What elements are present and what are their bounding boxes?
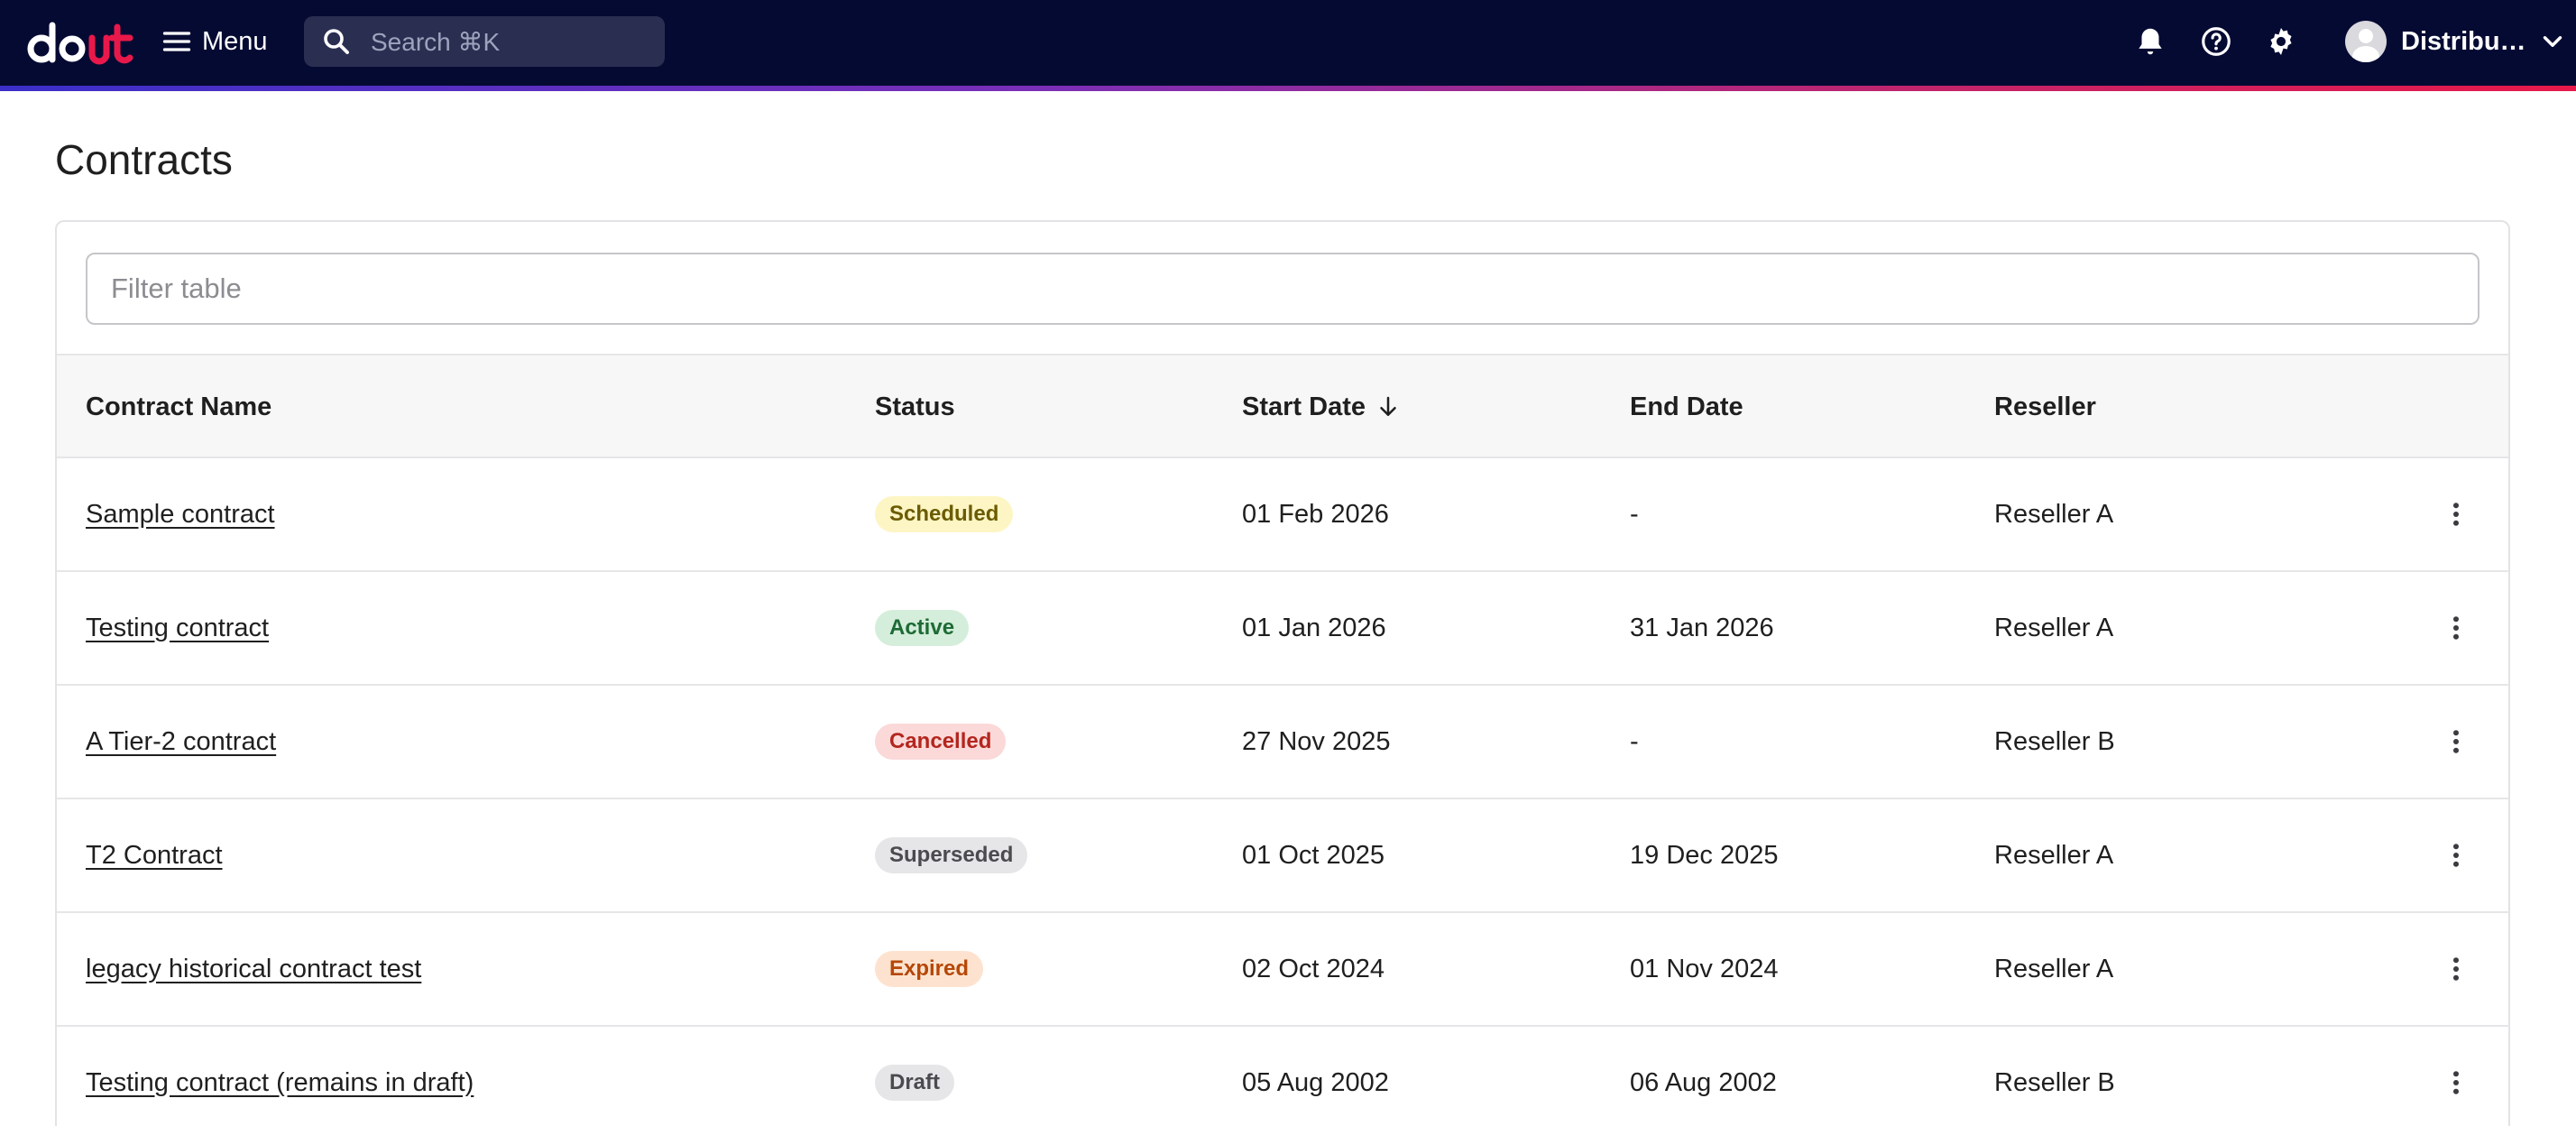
column-header-status[interactable]: Status (875, 355, 955, 458)
reseller: Reseller A (1994, 499, 2114, 529)
more-vert-icon (2453, 957, 2459, 981)
contract-name-link[interactable]: T2 Contract (86, 841, 223, 871)
start-date: 05 Aug 2002 (1242, 1067, 1389, 1097)
table-row: Sample contract Scheduled 01 Feb 2026 - … (57, 458, 2508, 572)
reseller: Reseller B (1994, 1067, 2115, 1097)
avatar (2345, 21, 2387, 62)
column-header-start-date-label: Start Date (1242, 392, 1366, 421)
menu-icon (162, 32, 191, 51)
start-date: 01 Feb 2026 (1242, 499, 1389, 529)
page-title: Contracts (55, 136, 233, 183)
row-actions-button[interactable] (2438, 572, 2474, 684)
table-row: A Tier-2 contract Cancelled 27 Nov 2025 … (57, 686, 2508, 799)
table-row: Testing contract (remains in draft) Draf… (57, 1027, 2508, 1126)
column-header-start-date[interactable]: Start Date (1242, 355, 1402, 458)
top-app-bar: Menu Search ⌘K Distribu… (0, 0, 2576, 86)
chevron-down-icon (2543, 36, 2562, 47)
status-badge: Active (875, 610, 970, 646)
table-header: Contract Name Status Start Date End Date… (57, 354, 2508, 458)
user-menu[interactable]: Distribu… (2345, 18, 2568, 65)
contracts-table-card: Contract Name Status Start Date End Date… (55, 220, 2510, 1126)
row-actions-button[interactable] (2438, 913, 2474, 1025)
top-bar-accent (0, 86, 2576, 91)
status-badge: Draft (875, 1065, 955, 1101)
end-date: 01 Nov 2024 (1630, 954, 1779, 983)
end-date: - (1630, 499, 1639, 529)
end-date: 31 Jan 2026 (1630, 613, 1774, 642)
search-icon (324, 29, 349, 54)
doit-logo[interactable] (27, 18, 139, 67)
column-header-contract-name[interactable]: Contract Name (86, 355, 271, 458)
more-vert-icon (2453, 503, 2459, 526)
settings-button[interactable] (2261, 22, 2301, 61)
global-search[interactable]: Search ⌘K (304, 16, 665, 67)
contract-name-link[interactable]: legacy historical contract test (86, 955, 421, 984)
contract-name-link[interactable]: Testing contract (86, 614, 269, 643)
row-actions-button[interactable] (2438, 1027, 2474, 1126)
end-date: 19 Dec 2025 (1630, 840, 1779, 870)
status-badge: Cancelled (875, 724, 1007, 760)
status-badge: Superseded (875, 837, 1028, 873)
start-date: 02 Oct 2024 (1242, 954, 1385, 983)
gear-icon (2270, 27, 2292, 56)
more-vert-icon (2453, 1071, 2459, 1094)
column-header-reseller[interactable]: Reseller (1994, 355, 2096, 458)
menu-button[interactable]: Menu (161, 20, 268, 63)
notifications-button[interactable] (2130, 22, 2170, 61)
column-header-end-date[interactable]: End Date (1630, 355, 1743, 458)
start-date: 01 Jan 2026 (1242, 613, 1386, 642)
menu-label: Menu (202, 26, 268, 56)
contract-name-link[interactable]: A Tier-2 contract (86, 727, 276, 757)
table-row: legacy historical contract test Expired … (57, 913, 2508, 1027)
more-vert-icon (2453, 616, 2459, 640)
contract-name-link[interactable]: Sample contract (86, 500, 275, 530)
search-placeholder: Search ⌘K (371, 27, 501, 56)
filter-table-input[interactable] (86, 253, 2479, 325)
more-vert-icon (2453, 844, 2459, 867)
table-row: T2 Contract Superseded 01 Oct 2025 19 De… (57, 799, 2508, 913)
bell-icon (2139, 28, 2162, 55)
more-vert-icon (2453, 730, 2459, 753)
status-badge: Scheduled (875, 496, 1014, 532)
end-date: - (1630, 726, 1639, 756)
row-actions-button[interactable] (2438, 686, 2474, 798)
user-name: Distribu… (2401, 26, 2526, 56)
reseller: Reseller A (1994, 954, 2114, 983)
start-date: 01 Oct 2025 (1242, 840, 1385, 870)
row-actions-button[interactable] (2438, 799, 2474, 911)
status-badge: Expired (875, 951, 984, 987)
contract-name-link[interactable]: Testing contract (remains in draft) (86, 1068, 474, 1098)
table-row: Testing contract Active 01 Jan 2026 31 J… (57, 572, 2508, 686)
help-icon (2202, 27, 2231, 56)
reseller: Reseller A (1994, 840, 2114, 870)
help-button[interactable] (2196, 22, 2236, 61)
end-date: 06 Aug 2002 (1630, 1067, 1777, 1097)
row-actions-button[interactable] (2438, 458, 2474, 570)
reseller: Reseller B (1994, 726, 2115, 756)
filter-bar (57, 222, 2508, 354)
table-body: Sample contract Scheduled 01 Feb 2026 - … (57, 458, 2508, 1126)
reseller: Reseller A (1994, 613, 2114, 642)
sort-descending-icon (1380, 396, 1396, 416)
start-date: 27 Nov 2025 (1242, 726, 1391, 756)
